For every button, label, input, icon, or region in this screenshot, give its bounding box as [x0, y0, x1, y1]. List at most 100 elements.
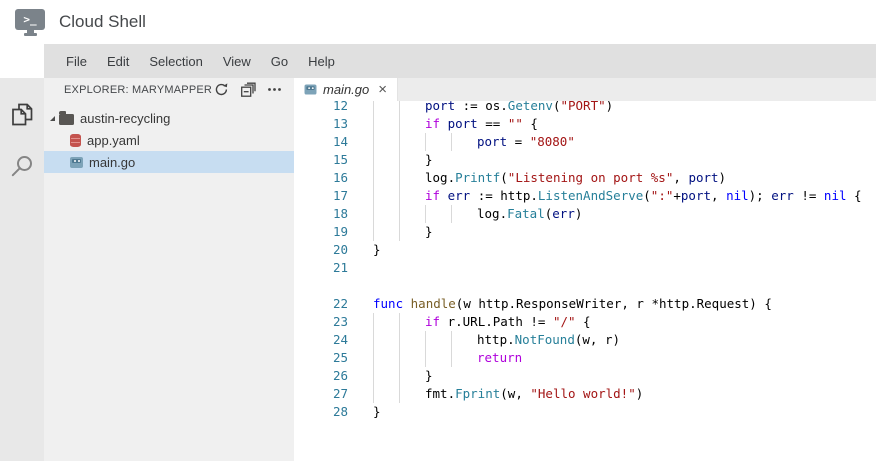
code-line-13[interactable]: 13 if port == "" {: [294, 115, 876, 133]
code-editor-view[interactable]: 12 port := os.Getenv("PORT") 13 if port == …: [294, 101, 876, 461]
go-file-icon: [70, 157, 83, 168]
code-text: if err := http.ListenAndServe(":"+port, …: [425, 187, 862, 205]
line-number: 16: [294, 169, 348, 187]
line-number: 21: [294, 259, 348, 277]
files-icon: [9, 101, 35, 127]
file-tree: austin-recycling app.yaml main.go: [44, 101, 294, 173]
tab-bar: main.go ×: [294, 78, 876, 101]
code-line-26[interactable]: 26}: [294, 367, 876, 385]
tree-item-app-yaml[interactable]: app.yaml: [44, 129, 294, 151]
explorer-header: EXPLORER: MARYMAPPER: [44, 78, 294, 101]
code-line-12[interactable]: 12 port := os.Getenv("PORT"): [294, 101, 876, 115]
code-line-27[interactable]: 27fmt.Fprint(w, "Hello world!"): [294, 385, 876, 403]
tree-item-label: austin-recycling: [80, 111, 170, 126]
line-number: 18: [294, 205, 348, 223]
explorer-title: EXPLORER: MARYMAPPER: [64, 84, 214, 96]
menu-item-edit[interactable]: Edit: [97, 44, 139, 78]
indent-guides: [373, 187, 425, 205]
code-text: http.NotFound(w, r): [477, 331, 620, 349]
code-line-17[interactable]: 17 if err := http.ListenAndServe(":"+port…: [294, 187, 876, 205]
ellipsis-icon: [267, 82, 282, 97]
menu-item-help[interactable]: Help: [298, 44, 345, 78]
line-number: 28: [294, 403, 348, 421]
code-line-28[interactable]: 28}: [294, 403, 876, 421]
refresh-button[interactable]: [214, 82, 229, 97]
line-number: 22: [294, 295, 348, 313]
indent-guides: [373, 349, 477, 367]
indent-guides: [373, 101, 425, 115]
line-number: 20: [294, 241, 348, 259]
menu-item-file[interactable]: File: [56, 44, 97, 78]
code-text: port := os.Getenv("PORT"): [425, 101, 613, 115]
collapse-all-icon: [240, 82, 256, 98]
code-text: }: [373, 403, 381, 421]
code-spacer-row: [294, 277, 876, 295]
code-line-15[interactable]: 15}: [294, 151, 876, 169]
code-line-22[interactable]: 22 func handle(w http.ResponseWriter, r *…: [294, 295, 876, 313]
indent-guides: [373, 223, 425, 241]
tree-item-label: main.go: [89, 155, 135, 170]
search-button[interactable]: [0, 140, 44, 192]
code-text: fmt.Fprint(w, "Hello world!"): [425, 385, 643, 403]
terminal-screen-icon: >_: [15, 9, 45, 30]
tree-item-label: app.yaml: [87, 133, 140, 148]
line-number: [294, 277, 348, 295]
tree-item-austin-recycling[interactable]: austin-recycling: [44, 107, 294, 129]
yaml-file-icon: [70, 134, 81, 147]
tab-main-go[interactable]: main.go ×: [294, 78, 398, 101]
indent-guides: [373, 115, 425, 133]
indent-guides: [373, 151, 425, 169]
line-number: 15: [294, 151, 348, 169]
line-number: 25: [294, 349, 348, 367]
tab-label: main.go: [323, 82, 369, 97]
indent-guides: [373, 169, 425, 187]
code-line-25[interactable]: 25return: [294, 349, 876, 367]
tree-item-main-go[interactable]: main.go: [44, 151, 294, 173]
line-number: 13: [294, 115, 348, 133]
menu-item-selection[interactable]: Selection: [139, 44, 212, 78]
files-explorer-button[interactable]: [0, 88, 44, 140]
code-line-18[interactable]: 18 log.Fatal(err): [294, 205, 876, 223]
line-number: 12: [294, 101, 348, 115]
editor: main.go × 12 port := os.Getenv("PORT") 13 i…: [294, 78, 876, 461]
close-tab-icon[interactable]: ×: [378, 82, 387, 97]
code-line-23[interactable]: 23 if r.URL.Path != "/" {: [294, 313, 876, 331]
activity-bar: [0, 78, 44, 461]
line-number: 23: [294, 313, 348, 331]
line-number: 17: [294, 187, 348, 205]
code-text: log.Fatal(err): [477, 205, 582, 223]
menu-item-view[interactable]: View: [213, 44, 261, 78]
indent-guides: [373, 205, 477, 223]
code-line-21[interactable]: 21: [294, 259, 876, 277]
menu-item-go[interactable]: Go: [261, 44, 298, 78]
code-text: if r.URL.Path != "/" {: [425, 313, 591, 331]
folder-icon: [59, 114, 74, 125]
cloud-shell-logo-icon: >_: [13, 9, 47, 36]
refresh-icon: [214, 82, 229, 97]
code-text: }: [425, 367, 433, 385]
explorer-panel: EXPLORER: MARYMAPPER: [44, 78, 294, 461]
code-line-16[interactable]: 16log.Printf("Listening on port %s", por…: [294, 169, 876, 187]
code-text: if port == "" {: [425, 115, 538, 133]
code-text: func handle(w http.ResponseWriter, r *ht…: [373, 295, 772, 313]
search-icon: [9, 153, 35, 179]
collapse-all-button[interactable]: [240, 82, 256, 98]
indent-guides: [373, 385, 425, 403]
code-line-14[interactable]: 14port = "8080": [294, 133, 876, 151]
indent-guides: [373, 133, 477, 151]
more-actions-button[interactable]: [267, 82, 282, 97]
app-title: Cloud Shell: [59, 12, 146, 32]
indent-guides: [373, 331, 477, 349]
code-text: }: [425, 223, 433, 241]
indent-guides: [373, 367, 425, 385]
chevron-expanded-icon[interactable]: [50, 116, 55, 121]
go-file-icon: [305, 84, 317, 94]
code-text: port = "8080": [477, 133, 575, 151]
code-line-24[interactable]: 24 http.NotFound(w, r): [294, 331, 876, 349]
code-text: }: [425, 151, 433, 169]
code-line-19[interactable]: 19}: [294, 223, 876, 241]
line-number: 26: [294, 367, 348, 385]
menu-bar: FileEditSelectionViewGoHelp: [44, 44, 876, 78]
line-number: 24: [294, 331, 348, 349]
code-line-20[interactable]: 20}: [294, 241, 876, 259]
